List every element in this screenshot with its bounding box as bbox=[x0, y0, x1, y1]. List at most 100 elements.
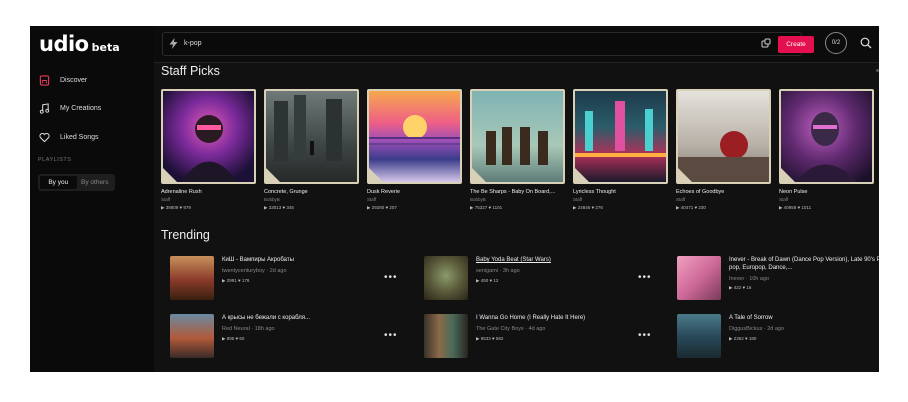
toggle-by-you[interactable]: By you bbox=[40, 176, 77, 189]
create-button[interactable]: Create bbox=[778, 36, 814, 53]
home-icon bbox=[38, 74, 50, 86]
track-artist[interactable]: senigami bbox=[476, 268, 498, 274]
staff-pick-card[interactable]: Adrenaline Rush Staff ▶ 38809 ♥ 979 bbox=[161, 89, 256, 211]
track-stats: ▶ 9533 ♥ 582 bbox=[476, 336, 504, 341]
search-icon[interactable] bbox=[860, 36, 872, 54]
prompt-search-bar[interactable]: k-pop Create bbox=[162, 32, 814, 56]
track-artist[interactable]: Staff bbox=[779, 197, 874, 202]
sidebar-item-discover[interactable]: Discover bbox=[38, 74, 87, 86]
trending-item[interactable]: Baby Yoda Beat (Star Wars) senigami · 3h… bbox=[424, 256, 669, 302]
staff-pick-card[interactable]: Echoes of Goodbye Staff ▶ 40471 ♥ 230 bbox=[676, 89, 771, 211]
cover-art[interactable] bbox=[424, 256, 468, 300]
trending-item[interactable]: Inever - Break of Dawn (Dance Pop Versio… bbox=[677, 256, 879, 302]
track-title[interactable]: I Wanna Go Home (I Really Hate It Here) bbox=[476, 314, 661, 322]
like-count: 207 bbox=[389, 205, 397, 210]
track-stats: ▶ 75327 ♥ 1101 bbox=[470, 205, 503, 210]
track-title[interactable]: Echoes of Goodbye bbox=[676, 189, 771, 195]
toggle-by-others[interactable]: By others bbox=[77, 176, 114, 189]
credits-counter[interactable]: 0/2 bbox=[825, 32, 847, 54]
cover-art[interactable] bbox=[264, 89, 359, 184]
cover-art[interactable] bbox=[170, 314, 214, 358]
cover-art[interactable] bbox=[676, 89, 771, 184]
track-artist[interactable]: BobbyB bbox=[470, 197, 565, 202]
track-artist[interactable]: Staff bbox=[161, 197, 256, 202]
track-title[interactable]: The Be Sharps - Baby On Board,... bbox=[470, 189, 565, 195]
cover-art[interactable] bbox=[424, 314, 468, 358]
play-count: 9533 bbox=[480, 336, 491, 341]
staff-pick-card[interactable]: The Be Sharps - Baby On Board,... BobbyB… bbox=[470, 89, 565, 211]
logo[interactable]: udio beta bbox=[39, 32, 120, 56]
cover-art[interactable] bbox=[161, 89, 256, 184]
staff-pick-card[interactable]: Lyricless Thought Staff ▶ 24846 ♥ 276 bbox=[573, 89, 668, 211]
trending-item[interactable]: A Tale of Sorrow DiggusBickus · 2d ago ▶… bbox=[677, 314, 879, 360]
trending-item[interactable]: КиШ - Вампиры Акробаты twentycenturyboy … bbox=[170, 256, 415, 302]
track-title[interactable]: Inever - Break of Dawn (Dance Pop Versio… bbox=[729, 256, 879, 272]
cover-art[interactable] bbox=[677, 314, 721, 358]
staff-pick-card[interactable]: Concrete, Grunge BobbyB ▶ 33013 ♥ 345 bbox=[264, 89, 359, 211]
more-options-icon[interactable]: ••• bbox=[384, 330, 398, 341]
cover-art[interactable] bbox=[367, 89, 462, 184]
scroll-indicator[interactable] bbox=[876, 69, 879, 72]
track-stats: ▶ 450 ♥ 12 bbox=[476, 278, 499, 283]
track-age: 2d ago bbox=[269, 268, 287, 274]
track-title[interactable]: A Tale of Sorrow bbox=[729, 314, 879, 322]
cover-art[interactable] bbox=[470, 89, 565, 184]
track-title[interactable]: Neon Pulse bbox=[779, 189, 874, 195]
sidebar-item-my-creations[interactable]: My Creations bbox=[38, 102, 101, 114]
track-title[interactable]: Dusk Reverie bbox=[367, 189, 462, 195]
trending-item[interactable]: I Wanna Go Home (I Really Hate It Here) … bbox=[424, 314, 669, 360]
track-artist[interactable]: Staff bbox=[676, 197, 771, 202]
track-age: 4d ago bbox=[528, 326, 546, 332]
more-options-icon[interactable]: ••• bbox=[384, 272, 398, 283]
track-title[interactable]: Lyricless Thought bbox=[573, 189, 668, 195]
like-count: 16 bbox=[746, 285, 752, 290]
cover-art[interactable] bbox=[677, 256, 721, 300]
like-count: 12 bbox=[493, 278, 499, 283]
trending-item[interactable]: А крысы не бежали с корабля... Red Neura… bbox=[170, 314, 415, 360]
playlists-label: PLAYLISTS bbox=[38, 157, 72, 163]
like-count: 230 bbox=[698, 205, 706, 210]
track-title[interactable]: Baby Yoda Beat (Star Wars) bbox=[476, 256, 661, 264]
track-meta: The Gate City Boys · 4d ago bbox=[476, 326, 546, 332]
app-window: udio beta Discover My Creations Liked So… bbox=[30, 26, 879, 372]
cover-art[interactable] bbox=[170, 256, 214, 300]
track-stats: ▶ 40958 ♥ 1011 bbox=[779, 205, 812, 210]
cover-art[interactable] bbox=[573, 89, 668, 184]
top-bar: k-pop Create 0/2 bbox=[154, 26, 879, 63]
track-meta: Red Neural · 18h ago bbox=[222, 326, 275, 332]
more-options-icon[interactable]: ••• bbox=[638, 272, 652, 283]
logo-text: udio bbox=[39, 32, 89, 56]
like-count: 60 bbox=[239, 336, 245, 341]
play-count: 33013 bbox=[268, 205, 282, 210]
track-artist[interactable]: Red Neural bbox=[222, 326, 250, 332]
track-age: 3h ago bbox=[502, 268, 520, 274]
staff-pick-card[interactable]: Dusk Reverie Staff ▶ 29280 ♥ 207 bbox=[367, 89, 462, 211]
cover-art[interactable] bbox=[779, 89, 874, 184]
track-artist[interactable]: Inever bbox=[729, 276, 744, 282]
staff-picks-title: Staff Picks bbox=[161, 64, 220, 78]
track-stats: ▶ 33013 ♥ 345 bbox=[264, 205, 294, 210]
track-stats: ▶ 38809 ♥ 979 bbox=[161, 205, 191, 210]
track-artist[interactable]: Staff bbox=[367, 197, 462, 202]
track-stats: ▶ 2991 ♥ 178 bbox=[222, 278, 250, 283]
staff-pick-card[interactable]: Neon Pulse Staff ▶ 40958 ♥ 1011 bbox=[779, 89, 874, 211]
search-input[interactable]: k-pop bbox=[184, 40, 202, 47]
track-stats: ▶ 24846 ♥ 276 bbox=[573, 205, 603, 210]
track-stats: ▶ 422 ♥ 16 bbox=[729, 285, 752, 290]
track-artist[interactable]: The Gate City Boys bbox=[476, 326, 524, 332]
track-artist[interactable]: twentycenturyboy bbox=[222, 268, 265, 274]
like-count: 979 bbox=[183, 205, 191, 210]
track-title[interactable]: А крысы не бежали с корабля... bbox=[222, 314, 407, 322]
dice-icon[interactable] bbox=[761, 38, 771, 51]
more-options-icon[interactable]: ••• bbox=[638, 330, 652, 341]
track-meta: twentycenturyboy · 2d ago bbox=[222, 268, 287, 274]
sidebar-item-liked-songs[interactable]: Liked Songs bbox=[38, 131, 99, 143]
track-artist[interactable]: DiggusBickus bbox=[729, 326, 762, 332]
track-artist[interactable]: Staff bbox=[573, 197, 668, 202]
track-artist[interactable]: BobbyB bbox=[264, 197, 359, 202]
track-title[interactable]: КиШ - Вампиры Акробаты bbox=[222, 256, 407, 264]
like-count: 180 bbox=[748, 336, 757, 341]
play-count: 450 bbox=[480, 278, 489, 283]
track-title[interactable]: Adrenaline Rush bbox=[161, 189, 256, 195]
track-title[interactable]: Concrete, Grunge bbox=[264, 189, 359, 195]
